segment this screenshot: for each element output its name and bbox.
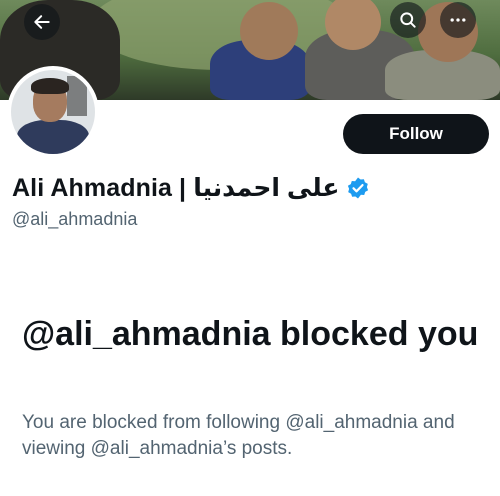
more-button[interactable] (440, 2, 476, 38)
display-name: Ali Ahmadnia | علی احمدنیا (12, 174, 340, 202)
blocked-title: @ali_ahmadnia blocked you (22, 315, 479, 353)
avatar-photo (11, 70, 95, 154)
search-button[interactable] (390, 2, 426, 38)
more-horizontal-icon (450, 18, 466, 22)
arrow-left-icon (34, 15, 50, 29)
avatar-hair (31, 78, 69, 94)
profile-handle: @ali_ahmadnia (12, 209, 138, 229)
blocked-description: You are blocked from following @ali_ahma… (22, 412, 455, 459)
verified-badge-icon[interactable] (346, 176, 370, 200)
follow-button[interactable]: Follow (343, 114, 489, 154)
search-icon (400, 12, 416, 28)
avatar[interactable] (7, 66, 99, 158)
banner-figure-head (240, 2, 298, 60)
avatar-body (17, 120, 89, 154)
back-button[interactable] (24, 4, 60, 40)
profile-name-row: Ali Ahmadnia | علی احمدنیا (12, 172, 370, 204)
avatar-background (67, 76, 87, 116)
